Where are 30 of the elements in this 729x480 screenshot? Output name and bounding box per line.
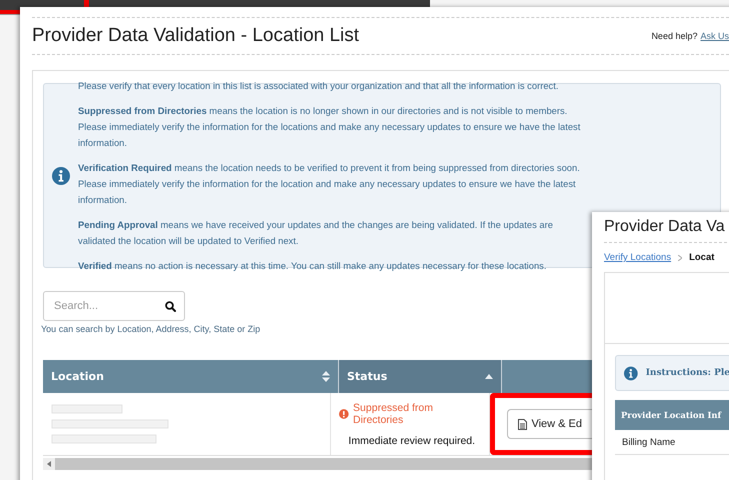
- help-label: Need help?: [651, 31, 698, 41]
- column-header[interactable]: Location: [43, 360, 339, 393]
- info-paragraph: Verification Required means the location needs to be verified to prevent it from being suppressed from directories soon. Please immediately verify the information for the location and make any necessary updates to ensure we have the latest information.: [78, 160, 581, 206]
- page-title: Provider Data Va: [604, 218, 729, 243]
- table-cell: Billing Name: [615, 430, 729, 455]
- alert-icon: [339, 408, 350, 418]
- view-edit-button[interactable]: View & Ed: [507, 409, 592, 439]
- breadcrumb-link[interactable]: Verify Locations: [604, 252, 672, 263]
- status-note: Immediate review required.: [348, 434, 476, 446]
- sort-ascending-icon[interactable]: [485, 374, 493, 379]
- table-header: Provider Location Inf: [615, 400, 729, 430]
- scroll-left-arrow-icon[interactable]: [47, 461, 51, 467]
- info-icon: [624, 364, 638, 382]
- sort-icon[interactable]: [322, 371, 330, 382]
- search-field[interactable]: Search...: [43, 291, 185, 321]
- horizontal-scrollbar[interactable]: [43, 458, 592, 470]
- column-header[interactable]: Status: [339, 360, 502, 393]
- breadcrumb-current: Locat: [689, 252, 714, 263]
- info-paragraph: Suppressed from Directories means the location is no longer shown in our directories and is not visible to members. Please immediately verify the information for the locations and make any necessary updates to ensure we have the latest information.: [78, 104, 582, 150]
- info-paragraph: Pending Approval means we have received your updates and the changes are being validated. If the updates are validated the location will be updated to Verified next.: [78, 218, 554, 248]
- ask-us-link[interactable]: Ask Us: [700, 31, 729, 41]
- document-icon: [518, 418, 528, 430]
- search-hint: You can search by Location, Address, City, State or Zip: [41, 324, 262, 334]
- search-icon: [165, 301, 176, 312]
- breadcrumb-separator-icon: [678, 254, 682, 260]
- info-paragraph: Verified means no action is necessary at this time. You can still make any updates necessary for these locations.: [78, 258, 548, 273]
- info-icon: [52, 166, 70, 184]
- page-title: Provider Data Validation - Location List: [32, 25, 360, 47]
- info-paragraph: Please verify that every location in this list is associated with your organization and that all the information is correct.: [78, 78, 560, 93]
- status-text: Suppressed from Directories: [339, 402, 482, 426]
